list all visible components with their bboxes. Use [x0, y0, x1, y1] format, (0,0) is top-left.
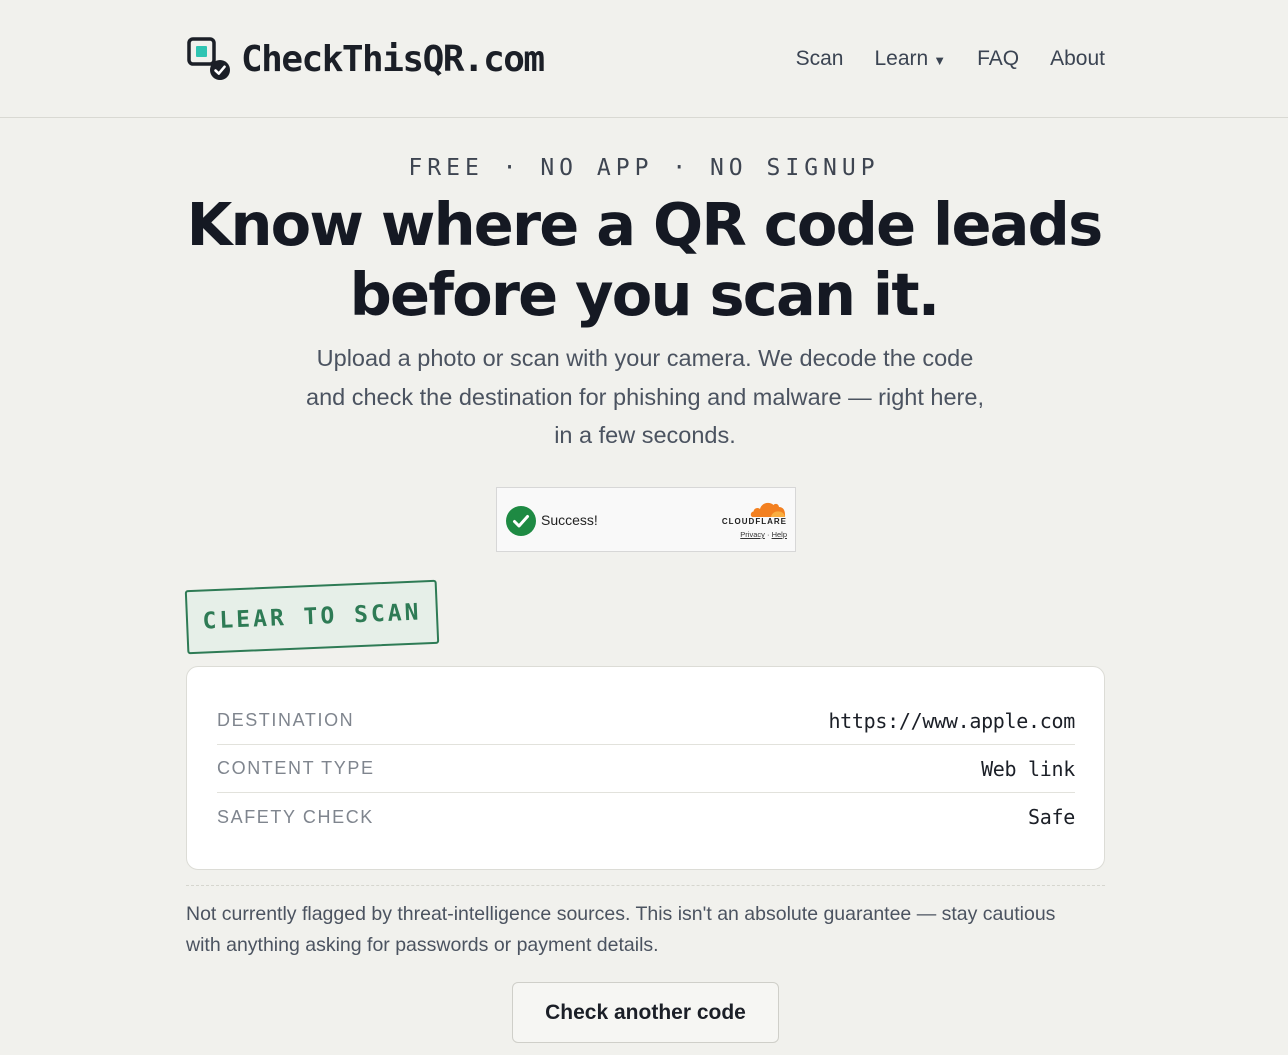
link-separator: · — [766, 530, 770, 539]
privacy-link[interactable]: Privacy — [740, 530, 765, 539]
destination-label: DESTINATION — [217, 710, 355, 730]
safety-check-value: Safe — [1028, 805, 1075, 829]
cloudflare-logo: CLOUDFLARE — [721, 517, 787, 526]
help-link[interactable]: Help — [772, 530, 787, 539]
result-row-destination: DESTINATION https://www.apple.com — [217, 697, 1075, 745]
check-another-code-button[interactable]: Check another code — [512, 982, 779, 1043]
result-row-safety-check: SAFETY CHECK Safe — [217, 793, 1075, 841]
qr-check-icon — [186, 36, 232, 82]
hero-eyebrow: FREE · NO APP · NO SIGNUP — [408, 155, 880, 181]
nav-scan[interactable]: Scan — [796, 44, 844, 74]
site-logo[interactable]: CheckThisQR.com — [186, 36, 545, 82]
content-type-label: CONTENT TYPE — [217, 758, 375, 778]
hero-subhead: Upload a photo or scan with your camera.… — [306, 345, 984, 448]
result-card: DESTINATION https://www.apple.com CONTEN… — [186, 666, 1105, 870]
clear-to-scan-stamp: CLEAR TO SCAN — [184, 579, 440, 655]
headline-line-1: Know where a QR code leads — [186, 190, 1104, 259]
captcha-status: Success! — [541, 512, 598, 528]
success-check-icon — [506, 506, 536, 536]
site-header: CheckThisQR.com Scan Learn ▼ FAQ About — [0, 0, 1288, 118]
nav-about[interactable]: About — [1050, 44, 1105, 74]
headline-line-2: before you scan it. — [349, 260, 941, 329]
safety-note: Not currently flagged by threat-intellig… — [186, 903, 1056, 956]
hero-headline: Know where a QR code leads before you sc… — [0, 190, 1288, 330]
site-name: CheckThisQR.com — [241, 38, 545, 80]
captcha-links: Privacy · Help — [740, 530, 787, 539]
safety-check-label: SAFETY CHECK — [217, 806, 374, 827]
divider — [186, 885, 1105, 886]
destination-value: https://www.apple.com — [828, 708, 1075, 733]
nav-faq[interactable]: FAQ — [977, 44, 1019, 74]
turnstile-widget: Success! CLOUDFLARE Privacy · Help — [496, 487, 796, 552]
content-type-value: Web link — [981, 756, 1075, 781]
cloudflare-cloud-icon — [749, 498, 787, 518]
caret-down-icon: ▼ — [933, 52, 947, 68]
nav-learn-label: Learn — [874, 47, 929, 70]
nav-learn[interactable]: Learn ▼ — [875, 44, 947, 74]
main-nav: Scan Learn ▼ FAQ About — [796, 44, 1105, 74]
result-row-content-type: CONTENT TYPE Web link — [217, 745, 1075, 793]
